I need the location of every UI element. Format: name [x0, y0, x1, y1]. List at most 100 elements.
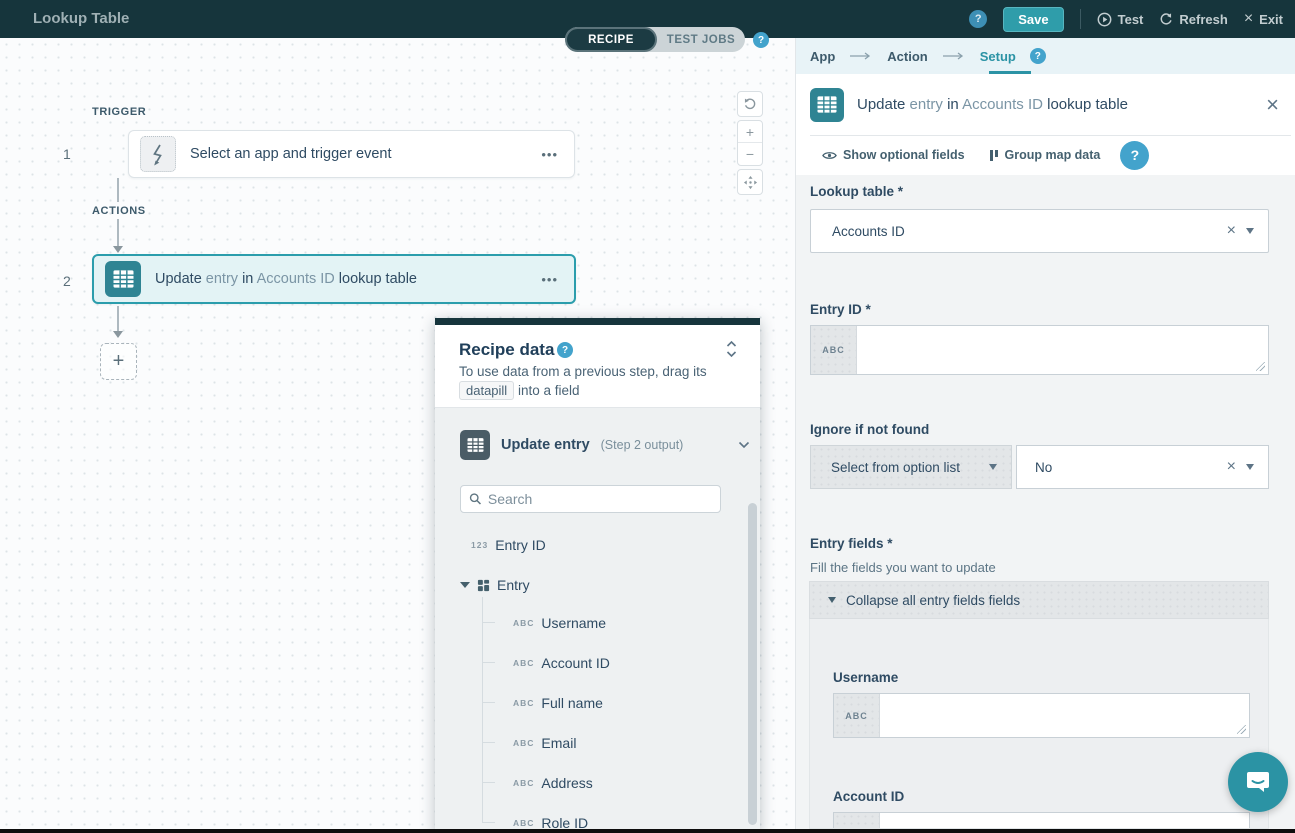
lookup-table-label: Lookup table *	[810, 184, 903, 199]
step-menu-button[interactable]: •••	[525, 147, 574, 162]
entry-id-input[interactable]	[857, 326, 1268, 374]
tab-recipe[interactable]: RECIPE	[565, 27, 657, 52]
breadcrumb-app[interactable]: App	[810, 49, 835, 64]
ignore-value: No	[1017, 460, 1052, 475]
recipe-data-title: Recipe data	[459, 340, 554, 360]
expand-caret-icon[interactable]	[460, 582, 470, 588]
connector-line	[117, 306, 119, 332]
recipe-data-description: To use data from a previous step, drag i…	[459, 362, 739, 400]
toggle-help-icon[interactable]: ?	[753, 32, 769, 48]
step-menu-button[interactable]: •••	[525, 272, 574, 287]
test-button[interactable]: Test	[1097, 12, 1144, 27]
connector-line	[117, 178, 119, 202]
account-id-label: Account ID	[833, 789, 904, 804]
action-step-selected[interactable]: Update entry in Accounts ID lookup table…	[92, 254, 576, 304]
tree-stub	[482, 782, 495, 783]
breadcrumb-setup[interactable]: Setup	[980, 49, 1016, 64]
text-type-badge: ABC	[834, 813, 880, 829]
input-mode-dropdown[interactable]: Select from option list	[810, 445, 1012, 489]
setup-help-icon[interactable]: ?	[1030, 48, 1046, 64]
reset-view-button[interactable]	[737, 91, 763, 117]
entry-fields-help: Fill the fields you want to update	[810, 560, 996, 575]
search-input[interactable]	[488, 491, 712, 507]
chevron-down-icon[interactable]	[1246, 228, 1254, 234]
username-label: Username	[833, 670, 898, 685]
collapse-entry-fields-bar[interactable]: Collapse all entry fields fields	[809, 581, 1269, 619]
add-step-button[interactable]: +	[100, 343, 137, 380]
trigger-step[interactable]: Select an app and trigger event •••	[128, 130, 575, 178]
text-type-icon: ABC	[513, 818, 534, 828]
datapill-full-name[interactable]: ABCFull name	[513, 695, 603, 711]
connector-arrow	[113, 246, 123, 253]
step-output-icon	[460, 430, 490, 460]
pan-icon	[743, 175, 758, 190]
pan-fit-button[interactable]	[737, 169, 763, 195]
zoom-in-button[interactable]: +	[738, 121, 762, 143]
save-button[interactable]: Save	[1003, 7, 1063, 32]
tree-stub	[482, 822, 495, 823]
recipe-data-panel: Recipe data ? To use data from a previou…	[435, 318, 760, 833]
output-source-row[interactable]: Update entry (Step 2 output)	[460, 430, 750, 460]
datapill-entry-object[interactable]: Entry	[460, 577, 530, 593]
source-name: Update entry	[501, 437, 590, 453]
username-field: ABC	[833, 693, 1250, 738]
chevron-down-icon[interactable]	[1246, 464, 1254, 470]
entry-id-field: ABC	[810, 325, 1269, 375]
text-type-icon: ABC	[513, 778, 534, 788]
scrollbar-thumb[interactable]	[748, 503, 757, 825]
close-icon: ×	[1244, 10, 1253, 28]
chat-bubble-icon	[1244, 768, 1272, 796]
step-title: Select an app and trigger event	[190, 146, 525, 162]
search-icon	[469, 492, 482, 506]
lookup-table-value: Accounts ID	[811, 224, 905, 239]
zoom-out-button[interactable]: −	[738, 143, 762, 165]
text-type-badge: ABC	[811, 326, 857, 374]
exit-button[interactable]: × Exit	[1244, 10, 1283, 28]
collapse-panel-icon[interactable]	[725, 339, 738, 364]
zoom-control: + −	[737, 120, 763, 166]
connector-arrow	[113, 331, 123, 338]
tree-branch-line	[482, 597, 483, 823]
resize-handle[interactable]	[1256, 362, 1265, 371]
clear-icon[interactable]: ×	[1217, 458, 1246, 476]
username-input[interactable]	[880, 694, 1249, 737]
chat-launcher-button[interactable]	[1228, 752, 1288, 812]
refresh-button[interactable]: Refresh	[1159, 12, 1227, 27]
datapill-email[interactable]: ABCEmail	[513, 735, 576, 751]
play-icon	[1097, 12, 1112, 27]
form-help-button[interactable]: ?	[1120, 141, 1149, 170]
tree-stub	[482, 742, 495, 743]
close-panel-button[interactable]: ×	[1266, 94, 1279, 116]
tab-test-jobs[interactable]: TEST JOBS	[657, 27, 745, 52]
recipe-data-header: Recipe data ? To use data from a previou…	[435, 325, 760, 408]
step-number: 2	[63, 273, 71, 289]
datapill-chip: datapill	[459, 381, 514, 400]
breadcrumb-action[interactable]: Action	[887, 49, 927, 64]
help-icon[interactable]: ?	[969, 10, 987, 28]
account-id-input[interactable]	[880, 813, 1249, 829]
datapill-username[interactable]: ABCUsername	[513, 615, 606, 631]
recipe-data-help-icon[interactable]: ?	[557, 342, 573, 358]
resize-handle[interactable]	[1237, 725, 1246, 734]
source-meta: (Step 2 output)	[601, 438, 684, 452]
bottom-edge-bar	[0, 829, 1295, 833]
group-map-data-toggle[interactable]: Group map data	[989, 148, 1101, 162]
ignore-value-select[interactable]: No ×	[1016, 445, 1269, 489]
group-columns-icon	[989, 149, 999, 162]
entry-fields-label: Entry fields *	[810, 536, 893, 551]
eye-icon	[822, 150, 837, 161]
tree-stub	[482, 702, 495, 703]
text-type-badge: ABC	[834, 694, 880, 737]
text-type-icon: ABC	[513, 738, 534, 748]
datapill-entry-id[interactable]: 123 Entry ID	[471, 537, 546, 553]
view-toggle: RECIPE TEST JOBS	[565, 27, 745, 52]
clear-icon[interactable]: ×	[1217, 222, 1246, 240]
step-title: Update entry in Accounts ID lookup table	[155, 271, 525, 287]
arrow-right-icon	[849, 52, 873, 60]
lookup-table-select[interactable]: Accounts ID ×	[810, 209, 1269, 253]
show-optional-fields-toggle[interactable]: Show optional fields	[822, 148, 965, 162]
datapill-address[interactable]: ABCAddress	[513, 775, 593, 791]
datapill-account-id[interactable]: ABCAccount ID	[513, 655, 610, 671]
trigger-section-label: TRIGGER	[92, 106, 146, 118]
panel-toolbar: Show optional fields Group map data ?	[796, 135, 1295, 175]
